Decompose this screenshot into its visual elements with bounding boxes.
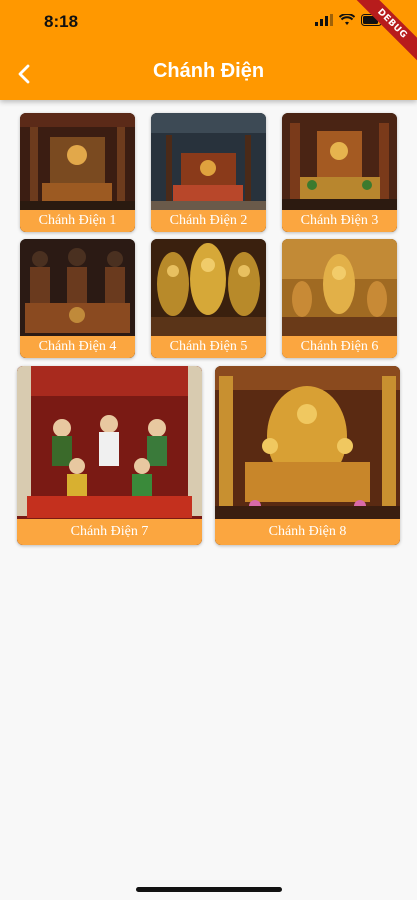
home-indicator[interactable] [136,887,282,892]
tile-label: Chánh Điện 3 [282,210,397,232]
tile-label: Chánh Điện 2 [151,210,266,232]
altar-tile-5[interactable]: Chánh Điện 5 [151,239,266,358]
app-bar: 8:18 DEBUG Chánh Điện [0,0,417,100]
tile-label: Chánh Điện 8 [215,519,400,545]
wifi-icon [339,14,355,25]
tile-label: Chánh Điện 1 [20,210,135,232]
tile-label: Chánh Điện 6 [282,336,397,358]
altar-tile-7[interactable]: Chánh Điện 7 [17,366,202,545]
altar-tile-8[interactable]: Chánh Điện 8 [215,366,400,545]
signal-icon [315,14,333,26]
altar-tile-6[interactable]: Chánh Điện 6 [282,239,397,358]
status-time: 8:18 [44,12,79,31]
altar-tile-2[interactable]: Chánh Điện 2 [151,113,266,232]
tile-label: Chánh Điện 7 [17,519,202,545]
debug-banner: DEBUG [347,0,417,69]
altar-tile-3[interactable]: Chánh Điện 3 [282,113,397,232]
tile-label: Chánh Điện 5 [151,336,266,358]
altar-tile-4[interactable]: Chánh Điện 4 [20,239,135,358]
tile-label: Chánh Điện 4 [20,336,135,358]
page-title: Chánh Điện [152,60,265,82]
altar-tile-1[interactable]: Chánh Điện 1 [20,113,135,232]
